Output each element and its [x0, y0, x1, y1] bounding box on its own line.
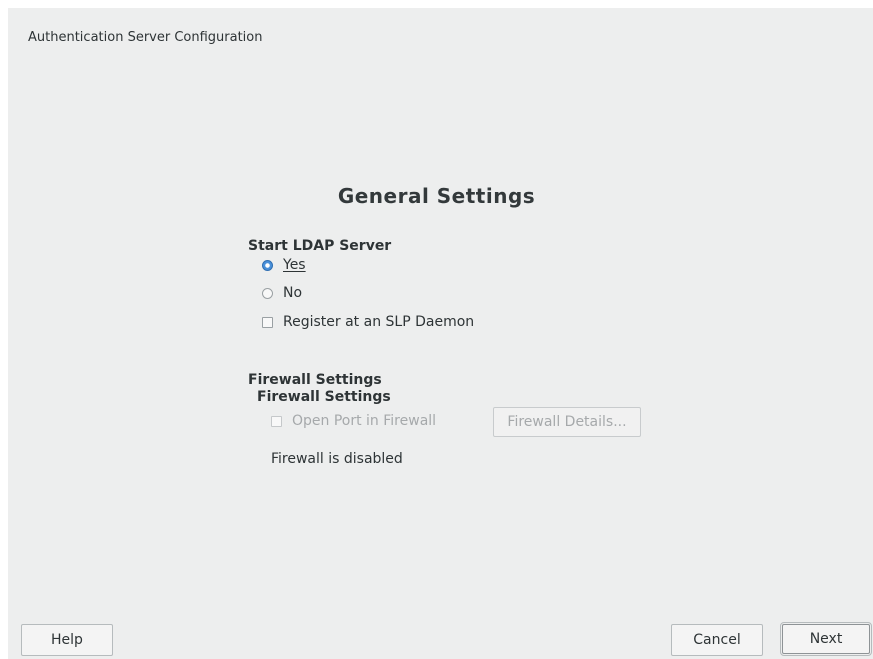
page-heading: General Settings [337, 184, 536, 208]
ldap-group-label: Start LDAP Server [248, 238, 392, 254]
radio-no-label[interactable]: No [283, 285, 302, 301]
radio-no-indicator[interactable] [262, 287, 273, 299]
open-port-checkbox-indicator[interactable] [271, 415, 282, 427]
window-title: Authentication Server Configuration [28, 30, 263, 45]
slp-checkbox-label[interactable]: Register at an SLP Daemon [283, 314, 474, 330]
next-button[interactable]: Next [780, 622, 872, 656]
open-port-checkbox[interactable]: Open Port in Firewall [271, 413, 436, 429]
help-button[interactable]: Help [21, 624, 113, 656]
slp-checkbox-indicator[interactable] [262, 316, 273, 328]
radio-yes-label[interactable]: Yes [283, 257, 306, 273]
firewall-inner-label: Firewall Settings [257, 389, 391, 405]
slp-checkbox[interactable]: Register at an SLP Daemon [262, 314, 474, 330]
firewall-details-button[interactable]: Firewall Details... [493, 407, 641, 437]
dialog-window [8, 8, 873, 659]
radio-yes-indicator[interactable] [262, 259, 273, 271]
cancel-button[interactable]: Cancel [671, 624, 763, 656]
open-port-checkbox-label[interactable]: Open Port in Firewall [292, 413, 436, 429]
radio-no[interactable]: No [262, 285, 302, 301]
firewall-status-text: Firewall is disabled [271, 451, 403, 467]
radio-yes[interactable]: Yes [262, 257, 306, 273]
firewall-outer-label: Firewall Settings [248, 372, 382, 388]
